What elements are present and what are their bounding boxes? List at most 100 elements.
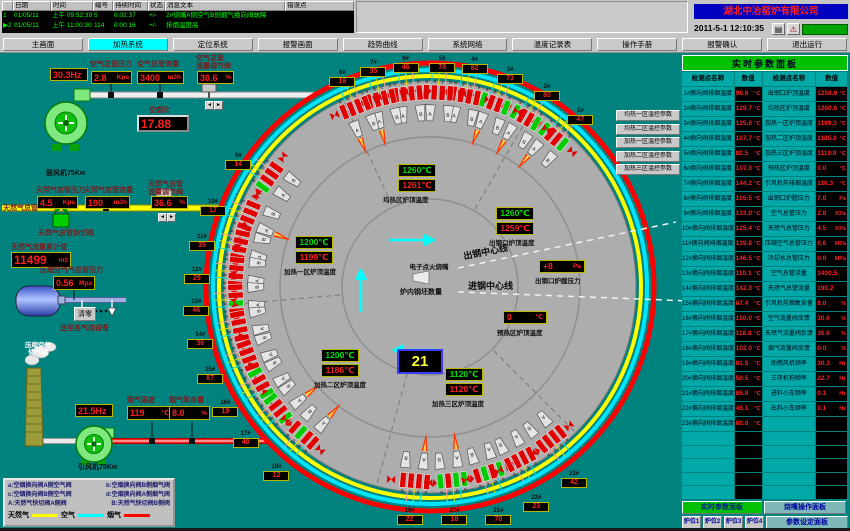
outlet-sp-display: 1260℃: [496, 207, 534, 220]
panel-point-name: 9#换向阀排烟温度: [682, 207, 734, 221]
zone-param-button-1[interactable]: 均热一区温控参数: [616, 110, 680, 121]
alarm-cell: +/-: [148, 21, 165, 31]
tab-9[interactable]: 报警确认: [682, 38, 762, 51]
panel-row: 2#换向阀排烟温度129.7℃均热区炉顶温度1260.6℃: [682, 102, 848, 116]
panel-value: 110.1℃: [735, 267, 762, 281]
heat2-sp-display: 1200℃: [321, 349, 359, 362]
valve-temp-box-10#: 10#17: [200, 199, 226, 216]
realtime-panel-button[interactable]: 实时参数面板: [682, 501, 762, 514]
panel-point-name: 出料小车频率: [763, 402, 816, 416]
panel-value: 1260.6℃: [816, 102, 847, 116]
heat3-pv-display: 1120℃: [445, 383, 483, 396]
flue_o2-display: 8.0%: [169, 406, 210, 420]
tab-8[interactable]: 操作手册: [597, 38, 677, 51]
air_flow-display: 3400m3h: [137, 71, 184, 84]
panel-point-name: 出钢口炉顶温度: [763, 87, 816, 101]
panel-point-name: 7#换向阀排烟温度: [682, 177, 734, 191]
panel-value: 30.3Hz: [816, 357, 847, 371]
air-tank: [16, 286, 60, 316]
tab-4[interactable]: 报警画面: [258, 38, 338, 51]
alarm-bell-icon[interactable]: ⚠: [787, 23, 800, 35]
tab-2[interactable]: 加热系统: [88, 38, 168, 51]
id-fan[interactable]: [76, 426, 114, 465]
panel-row: 18#换向阀排烟温度102.0℃烟气流量阀反馈0.0%: [682, 342, 848, 356]
igniter-label: 电子点火烧嘴: [399, 261, 459, 271]
alarm-cell: 上午 09:52:39: [51, 11, 93, 21]
spin-left-icon[interactable]: ◄: [158, 213, 167, 222]
spin-left-icon[interactable]: ◄: [205, 101, 214, 110]
hmi-screen: 日期时间编号持续时间状态消息文本错误点101/05/11上午 09:52:395…: [0, 0, 850, 531]
alarm-cell: 1: [2, 11, 13, 21]
alarm-col-5: 状态: [148, 1, 165, 11]
comp_press-label: 压缩空气气总管压力: [40, 265, 103, 275]
panel-value: 146.5℃: [735, 252, 762, 266]
panel-point-name: 引风机前排烟温度: [763, 177, 816, 191]
panel-value: 139.8℃: [735, 237, 762, 251]
alarm-table[interactable]: 日期时间编号持续时间状态消息文本错误点101/05/11上午 09:52:395…: [2, 1, 354, 33]
alarm-cell: 114: [93, 21, 113, 31]
zone-param-button-3[interactable]: 加热一区温控参数: [616, 137, 680, 148]
valve-temp-box-4#: 4#82: [462, 57, 488, 74]
realtime-parameter-panel: 实时参数面板检测点名称数值检测点名称数值1#换向阀排烟温度98.6℃出钢口炉顶温…: [682, 55, 848, 529]
alarm-cell: +/-: [148, 11, 165, 21]
zone-param-button-4[interactable]: 加热二区温控参数: [616, 151, 680, 162]
tab-1[interactable]: 主画面: [3, 38, 83, 51]
tab-5[interactable]: 趋势曲线: [343, 38, 423, 51]
panel-point-name: 预热区炉顶温度: [763, 162, 816, 176]
alarm-row[interactable]: 101/05/11上午 09:52:3950:02:37+/-2#烧嘴A侧空气B…: [2, 11, 354, 21]
panel-value: 85.8℃: [735, 387, 762, 401]
panel-value: 82.5℃: [735, 147, 762, 161]
alarm-col-6: 消息文本: [165, 1, 285, 11]
air_valve-label2: 流量调节阀: [196, 61, 231, 71]
panel-point-name: 6#换向阀排烟温度: [682, 162, 734, 176]
legend-row: A:天然气快切阀A侧阀B:天然气快切阀B侧阀: [8, 500, 170, 509]
panel-point-name: 2#换向阀排烟温度: [682, 102, 734, 116]
panel-value: 50.5℃: [735, 372, 762, 386]
zone-param-button-2[interactable]: 均热二区温控参数: [616, 124, 680, 135]
tab-6[interactable]: 系统网络: [428, 38, 508, 51]
clear-total-button[interactable]: 清零: [74, 307, 96, 321]
panel-value: 67.4℃: [735, 297, 762, 311]
heat3-label: 加热三区炉顶温度: [432, 398, 484, 408]
panel-value: 1199.3℃: [816, 117, 847, 131]
valve-temp-box-18#: 18#12: [263, 464, 289, 481]
valve-temp-box-14#: 14#36: [187, 332, 213, 349]
panel-value: 0.0℃: [816, 162, 847, 176]
comp_press-display: 0.56Mpa: [53, 276, 95, 290]
panel-point-name: 压缩空气总管压力: [763, 237, 816, 251]
spin-right-icon[interactable]: ►: [167, 213, 176, 222]
gas_flow-display: 190m3h: [85, 196, 130, 209]
alarm-cell: 排烟温度高: [165, 21, 285, 31]
panel-value: [816, 417, 847, 431]
in-centerline-label: 进钢中心线: [468, 279, 513, 292]
panel-row: 3#换向阀排烟温度125.0℃加热一区炉顶温度1199.3℃: [682, 117, 848, 131]
valve-temp-box-7#: 7#35: [360, 60, 386, 77]
panel-value: 0.6MPa: [816, 237, 847, 251]
panel-value: 0.1Hz: [816, 387, 847, 401]
burner-panel-button[interactable]: 烧嘴操作面板: [764, 501, 846, 514]
pneu-label: 送至各气动设备: [60, 323, 109, 333]
valve-temp-box-19#: 19#22: [397, 508, 423, 525]
spin-right-icon[interactable]: ►: [214, 101, 223, 110]
alarm-empty-panel: [356, 1, 688, 33]
tab-10[interactable]: 退出运行: [767, 38, 847, 51]
tab-7[interactable]: 温度记录表: [512, 38, 592, 51]
tab-3[interactable]: 定位系统: [173, 38, 253, 51]
valve-temp-box-3#: 3#73: [497, 67, 523, 84]
outlet-pv-display: 1259℃: [496, 222, 534, 235]
valve-temp-box-17#: 17#40: [233, 431, 259, 448]
panel-value: 22.7Hz: [816, 372, 847, 386]
gas_cut-label: 天然气总管快切阀: [38, 228, 94, 238]
preheat-pv-display: 0℃: [503, 311, 547, 324]
blower-fan[interactable]: [45, 89, 90, 151]
zone-param-button-5[interactable]: 加热三区温控参数: [616, 164, 680, 175]
valve-temp-box-12#: 12#29: [184, 267, 210, 284]
panel-row: 15#换向阀排烟温度67.4℃引风机前烟氧含量8.0%: [682, 297, 848, 311]
nav-tabs: 主画面加热系统定位系统报警画面趋势曲线系统网络温度记录表操作手册报警确认退出运行: [3, 38, 847, 51]
print-icon[interactable]: ▤: [772, 23, 785, 35]
panel-value: 3400.5: [816, 267, 847, 281]
tank-label: 压缩空气储气罐: [16, 342, 60, 356]
alarm-row[interactable]: ▶201/05/11上午 11:00:301140:00:16+/-排烟温度高: [2, 21, 354, 31]
panel-point-name: 4#换向阀排烟温度: [682, 132, 734, 146]
outlet-pressure-display: +8Pa: [539, 260, 585, 273]
